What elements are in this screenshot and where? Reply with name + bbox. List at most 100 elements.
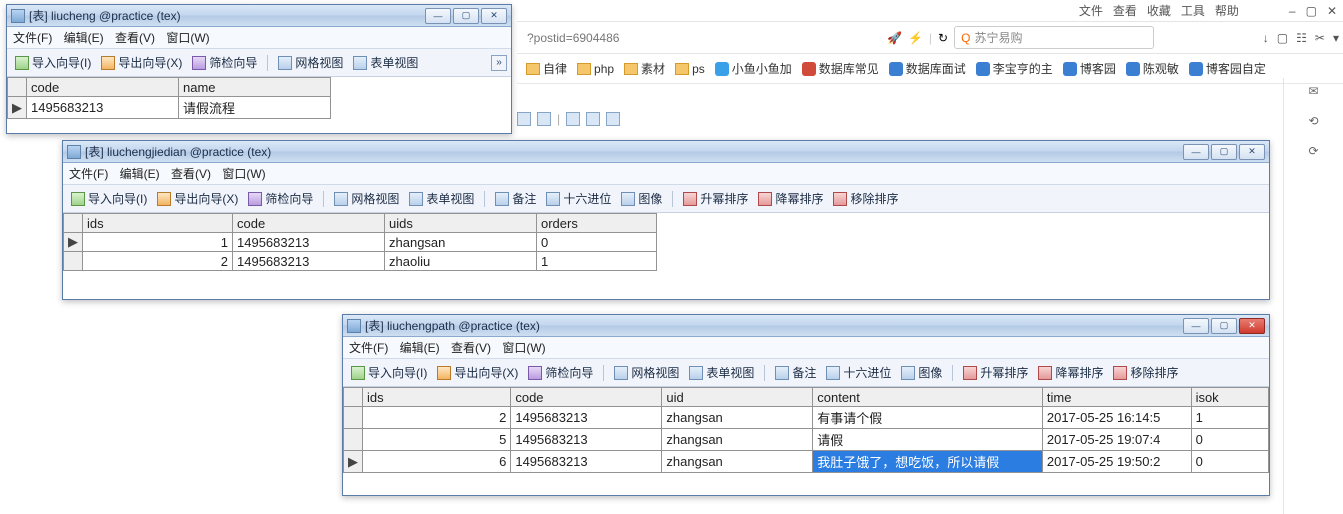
image-button[interactable]: 图像 bbox=[617, 188, 666, 209]
column-header[interactable]: content bbox=[813, 388, 1043, 407]
menu-item[interactable]: 文件 bbox=[1079, 2, 1103, 19]
cell[interactable]: 1495683213 bbox=[233, 233, 385, 252]
cell[interactable]: 6 bbox=[363, 451, 511, 473]
cell[interactable]: 2017-05-25 19:50:2 bbox=[1042, 451, 1191, 473]
image-button[interactable]: 图像 bbox=[897, 362, 946, 383]
column-header[interactable]: name bbox=[179, 78, 331, 97]
export-button[interactable]: 导出向导(X) bbox=[97, 52, 186, 73]
cell[interactable]: 请假 bbox=[813, 429, 1043, 451]
column-header[interactable]: ids bbox=[363, 388, 511, 407]
data-grid[interactable]: idscodeuidsorders▶11495683213zhangsan021… bbox=[63, 213, 1269, 299]
titlebar[interactable]: [表] liuchengjiedian @practice (tex) — ▢ … bbox=[63, 141, 1269, 163]
close-button[interactable]: ✕ bbox=[1239, 144, 1265, 160]
menu-view[interactable]: 查看(V) bbox=[115, 31, 155, 45]
memo-button[interactable]: 备注 bbox=[491, 188, 540, 209]
hex-button[interactable]: 十六进位 bbox=[542, 188, 615, 209]
mail-icon[interactable]: ✉ bbox=[1308, 84, 1318, 98]
column-header[interactable]: code bbox=[233, 214, 385, 233]
maximize-button[interactable]: ▢ bbox=[1211, 318, 1237, 334]
tool-icon[interactable] bbox=[537, 112, 551, 126]
menu-file[interactable]: 文件(F) bbox=[13, 31, 52, 45]
menu-item[interactable]: 帮助 bbox=[1215, 2, 1239, 19]
tool-icon[interactable] bbox=[606, 112, 620, 126]
bookmark-item[interactable]: 数据库常见 bbox=[799, 58, 882, 79]
column-header[interactable]: uid bbox=[662, 388, 813, 407]
row-marker[interactable]: ▶ bbox=[344, 451, 363, 473]
formview-button[interactable]: 表单视图 bbox=[685, 362, 758, 383]
column-header[interactable]: uids bbox=[385, 214, 537, 233]
menu-item[interactable]: 查看 bbox=[1113, 2, 1137, 19]
column-header[interactable]: time bbox=[1042, 388, 1191, 407]
cell[interactable]: 0 bbox=[537, 233, 657, 252]
bookmark-item[interactable]: php bbox=[574, 60, 617, 78]
cell[interactable]: zhangsan bbox=[662, 407, 813, 429]
gridview-button[interactable]: 网格视图 bbox=[610, 362, 683, 383]
menu-edit[interactable]: 编辑(E) bbox=[64, 31, 104, 45]
gridview-button[interactable]: 网格视图 bbox=[330, 188, 403, 209]
export-button[interactable]: 导出向导(X) bbox=[153, 188, 242, 209]
cell[interactable]: 1495683213 bbox=[233, 252, 385, 271]
maximize-button[interactable]: ▢ bbox=[1211, 144, 1237, 160]
cell[interactable]: 请假流程 bbox=[179, 97, 331, 119]
menu-window[interactable]: 窗口(W) bbox=[222, 167, 265, 181]
scissors-icon[interactable]: ✂ bbox=[1315, 31, 1325, 45]
menu-file[interactable]: 文件(F) bbox=[349, 341, 388, 355]
cell[interactable]: 0 bbox=[1191, 429, 1268, 451]
sort-clear-button[interactable]: 移除排序 bbox=[829, 188, 902, 209]
refresh-icon[interactable]: ↻ bbox=[938, 31, 948, 45]
menu-item[interactable]: 工具 bbox=[1181, 2, 1205, 19]
tool-icon[interactable] bbox=[517, 112, 531, 126]
cell[interactable]: zhangsan bbox=[385, 233, 537, 252]
cell[interactable]: 1 bbox=[83, 233, 233, 252]
sort-desc-button[interactable]: 降幂排序 bbox=[1034, 362, 1107, 383]
bookmark-item[interactable]: ps bbox=[672, 60, 708, 78]
menu-item[interactable]: 收藏 bbox=[1147, 2, 1171, 19]
menu-window[interactable]: 窗口(W) bbox=[166, 31, 209, 45]
column-header[interactable]: orders bbox=[537, 214, 657, 233]
gridview-button[interactable]: 网格视图 bbox=[274, 52, 347, 73]
bookmark-item[interactable]: 博客园 bbox=[1060, 58, 1119, 79]
cell[interactable]: 5 bbox=[363, 429, 511, 451]
rocket-icon[interactable]: 🚀 bbox=[887, 31, 902, 45]
column-header[interactable]: isok bbox=[1191, 388, 1268, 407]
bookmark-item[interactable]: 小鱼小鱼加 bbox=[712, 58, 795, 79]
cell[interactable]: 我肚子饿了，想吃饭，所以请假 bbox=[813, 451, 1043, 473]
win-minimize[interactable]: – bbox=[1289, 4, 1296, 18]
maximize-button[interactable]: ▢ bbox=[453, 8, 479, 24]
titlebar[interactable]: [表] liucheng @practice (tex) — ▢ ✕ bbox=[7, 5, 511, 27]
undo-icon[interactable]: ⟲ bbox=[1308, 114, 1318, 128]
hex-button[interactable]: 十六进位 bbox=[822, 362, 895, 383]
sort-desc-button[interactable]: 降幂排序 bbox=[754, 188, 827, 209]
row-marker[interactable]: ▶ bbox=[64, 233, 83, 252]
overflow-button[interactable]: » bbox=[491, 55, 507, 71]
download-icon[interactable]: ↓ bbox=[1263, 31, 1269, 45]
filter-button[interactable]: 筛检向导 bbox=[188, 52, 261, 73]
bookmark-item[interactable]: 陈观敏 bbox=[1123, 58, 1182, 79]
formview-button[interactable]: 表单视图 bbox=[405, 188, 478, 209]
import-button[interactable]: 导入向导(I) bbox=[11, 52, 95, 73]
grid-icon[interactable]: ☷ bbox=[1296, 31, 1307, 45]
titlebar[interactable]: [表] liuchengpath @practice (tex) — ▢ ✕ bbox=[343, 315, 1269, 337]
address-input[interactable]: ?postid=6904486 bbox=[521, 29, 881, 47]
cell[interactable]: 2 bbox=[363, 407, 511, 429]
row-marker[interactable]: ▶ bbox=[8, 97, 27, 119]
formview-button[interactable]: 表单视图 bbox=[349, 52, 422, 73]
bookmark-item[interactable]: 博客园自定 bbox=[1186, 58, 1269, 79]
menu-view[interactable]: 查看(V) bbox=[451, 341, 491, 355]
data-grid[interactable]: idscodeuidcontenttimeisok21495683213zhan… bbox=[343, 387, 1269, 495]
cell[interactable]: 1495683213 bbox=[27, 97, 179, 119]
menu-window[interactable]: 窗口(W) bbox=[502, 341, 545, 355]
bookmark-item[interactable]: 数据库面试 bbox=[886, 58, 969, 79]
tool-icon[interactable] bbox=[566, 112, 580, 126]
minimize-button[interactable]: — bbox=[1183, 144, 1209, 160]
memo-button[interactable]: 备注 bbox=[771, 362, 820, 383]
win-maximize[interactable]: ▢ bbox=[1306, 4, 1317, 18]
cell[interactable]: 1 bbox=[1191, 407, 1268, 429]
cell[interactable]: 1 bbox=[537, 252, 657, 271]
data-grid[interactable]: codename▶1495683213请假流程 bbox=[7, 77, 511, 133]
menu-file[interactable]: 文件(F) bbox=[69, 167, 108, 181]
close-button[interactable]: ✕ bbox=[481, 8, 507, 24]
cell[interactable]: zhaoliu bbox=[385, 252, 537, 271]
more-icon[interactable]: ▾ bbox=[1333, 31, 1339, 45]
cell[interactable]: zhangsan bbox=[662, 451, 813, 473]
